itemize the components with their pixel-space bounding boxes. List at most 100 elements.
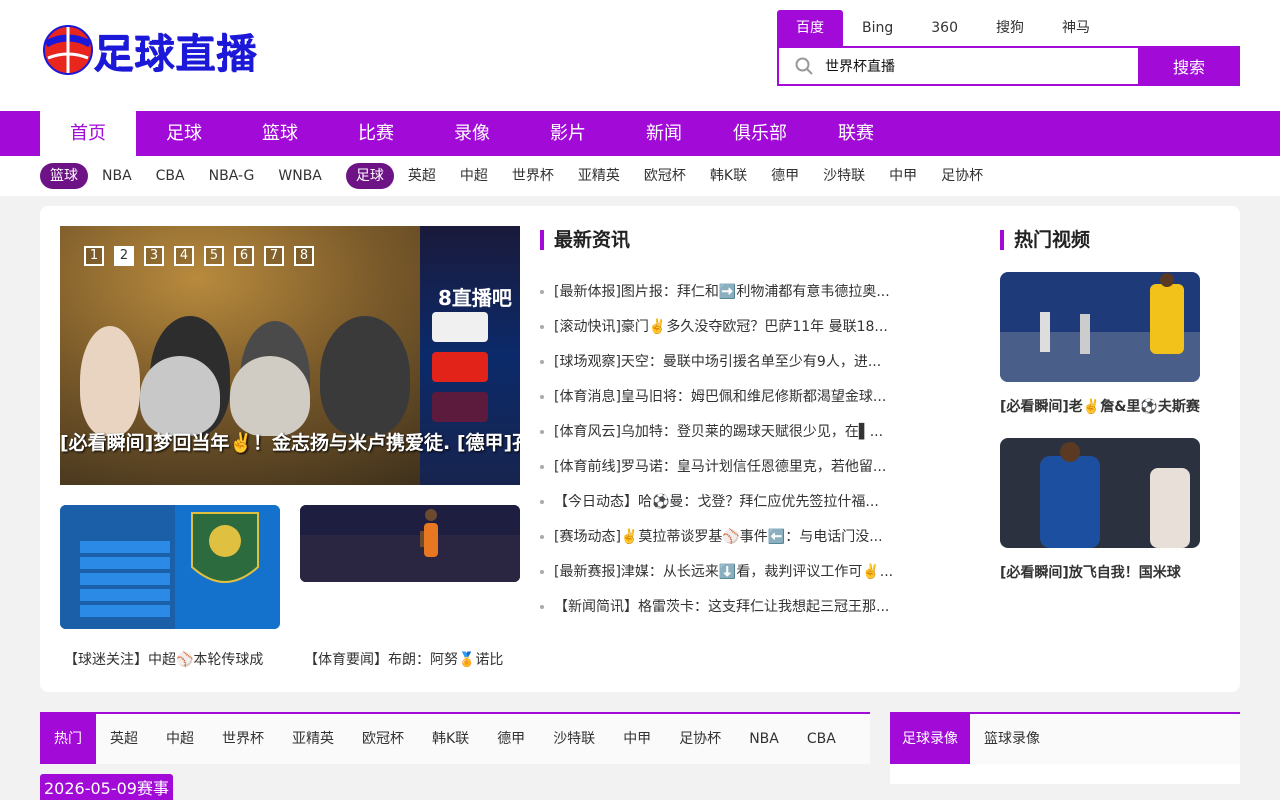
hot-videos-title: 热门视频 bbox=[1000, 229, 1090, 251]
engine-tab-360[interactable]: 360 bbox=[912, 10, 977, 46]
slider-dot[interactable]: 2 bbox=[114, 246, 134, 266]
schedule-tab[interactable]: 亚精英 bbox=[278, 714, 348, 764]
subnav-item-china-league-one[interactable]: 中甲 bbox=[889, 163, 917, 189]
schedule-tab[interactable]: 足协杯 bbox=[665, 714, 735, 764]
nav-item-home[interactable]: 首页 bbox=[40, 111, 136, 156]
slider-dot[interactable]: 7 bbox=[264, 246, 284, 266]
news-item[interactable]: [体育风云]乌加特：登贝莱的踢球天赋很少见，在▌... bbox=[540, 422, 920, 457]
video-caption[interactable]: [必看瞬间]放飞自我！国米球 bbox=[1000, 562, 1220, 582]
subnav-item-afc-elite[interactable]: 亚精英 bbox=[578, 163, 620, 189]
featured-slider[interactable]: 8直播吧 1 2 3 4 5 6 7 8 [必看瞬间]梦回当年✌️！金志扬与米卢… bbox=[60, 226, 520, 485]
subnav-item-cba[interactable]: CBA bbox=[156, 163, 185, 189]
schedule-tab[interactable]: 热门 bbox=[40, 714, 96, 764]
news-item[interactable]: [赛场动态]✌️莫拉蒂谈罗基⚾事件⬅️：与电话门没... bbox=[540, 527, 920, 562]
slider-dot[interactable]: 1 bbox=[84, 246, 104, 266]
search-box: 搜索 bbox=[777, 46, 1240, 86]
content-card: 8直播吧 1 2 3 4 5 6 7 8 [必看瞬间]梦回当年✌️！金志扬与米卢… bbox=[40, 206, 1240, 692]
slider-dot[interactable]: 6 bbox=[234, 246, 254, 266]
nav-item-clubs[interactable]: 俱乐部 bbox=[712, 111, 808, 156]
search-input[interactable] bbox=[825, 48, 1125, 84]
sponsor-logo bbox=[432, 392, 488, 422]
replay-panel bbox=[890, 764, 1240, 784]
subnav-item-fa-cup[interactable]: 足协杯 bbox=[941, 163, 983, 189]
subnav-item-nba[interactable]: NBA bbox=[102, 163, 132, 189]
subnav-item-bundesliga[interactable]: 德甲 bbox=[771, 163, 799, 189]
search-input-wrap bbox=[779, 48, 1140, 84]
site-logo[interactable]: 足球直播 bbox=[42, 20, 272, 80]
news-item[interactable]: [最新体报]图片报：拜仁和➡️利物浦都有意韦德拉奥... bbox=[540, 282, 920, 317]
latest-news-title: 最新资讯 bbox=[540, 229, 630, 251]
schedule-tab[interactable]: 沙特联 bbox=[539, 714, 609, 764]
slider-pagination: 1 2 3 4 5 6 7 8 bbox=[84, 246, 324, 266]
schedule-tab[interactable]: 中甲 bbox=[609, 714, 665, 764]
sponsor-logo bbox=[432, 352, 488, 382]
subnav-item-premier-league[interactable]: 英超 bbox=[408, 163, 436, 189]
nav-item-films[interactable]: 影片 bbox=[520, 111, 616, 156]
nav-item-matches[interactable]: 比赛 bbox=[328, 111, 424, 156]
nav-item-replays[interactable]: 录像 bbox=[424, 111, 520, 156]
slider-dot[interactable]: 5 bbox=[204, 246, 224, 266]
schedule-tab[interactable]: CBA bbox=[793, 714, 850, 764]
subnav-item-nba-g[interactable]: NBA-G bbox=[209, 163, 255, 189]
nav-item-football[interactable]: 足球 bbox=[136, 111, 232, 156]
news-item[interactable]: [球场观察]天空：曼联中场引援名单至少有9人，进... bbox=[540, 352, 920, 387]
main-nav: 首页 足球 篮球 比赛 录像 影片 新闻 俱乐部 联赛 bbox=[0, 111, 1280, 156]
video-caption[interactable]: [必看瞬间]老✌️詹&里⚽夫斯赛 bbox=[1000, 396, 1220, 416]
nav-item-basketball[interactable]: 篮球 bbox=[232, 111, 328, 156]
news-item[interactable]: [最新赛报]津媒：从长远来⬇️看，裁判评议工作可✌️... bbox=[540, 562, 920, 597]
slide-caption[interactable]: [必看瞬间]梦回当年✌️！金志扬与米卢携爱徒. [德甲]孔帕 bbox=[60, 428, 520, 455]
schedule-tab[interactable]: 世界杯 bbox=[208, 714, 278, 764]
slider-dot[interactable]: 4 bbox=[174, 246, 194, 266]
basketball-logo-icon bbox=[43, 25, 93, 75]
schedule-tab[interactable]: NBA bbox=[735, 714, 793, 764]
basketball-player-graphic bbox=[300, 505, 520, 582]
video-thumb[interactable] bbox=[1000, 272, 1200, 382]
subnav-item-ucl[interactable]: 欧冠杯 bbox=[644, 163, 686, 189]
nav-item-leagues[interactable]: 联赛 bbox=[808, 111, 904, 156]
thumb-image-nba[interactable] bbox=[300, 505, 520, 582]
video-image bbox=[1000, 438, 1200, 548]
news-item[interactable]: [体育前线]罗马诺：皇马计划信任恩德里克，若他留... bbox=[540, 457, 920, 492]
slider-dot[interactable]: 8 bbox=[294, 246, 314, 266]
sub-nav: 篮球 NBA CBA NBA-G WNBA 足球 英超 中超 世界杯 亚精英 欧… bbox=[0, 156, 1280, 196]
engine-tab-shenma[interactable]: 神马 bbox=[1043, 10, 1109, 46]
search-engine-tabs: 百度 Bing 360 搜狗 神马 bbox=[777, 10, 1109, 46]
news-item[interactable]: [体育消息]皇马旧将：姆巴佩和维尼修斯都渴望金球... bbox=[540, 387, 920, 422]
engine-tab-sogou[interactable]: 搜狗 bbox=[977, 10, 1043, 46]
engine-tab-baidu[interactable]: 百度 bbox=[777, 10, 843, 46]
video-thumb[interactable] bbox=[1000, 438, 1200, 548]
latest-news-list: [最新体报]图片报：拜仁和➡️利物浦都有意韦德拉奥... [滚动快讯]豪门✌️多… bbox=[540, 282, 920, 632]
subnav-item-k-league[interactable]: 韩K联 bbox=[710, 163, 747, 189]
engine-tab-bing[interactable]: Bing bbox=[843, 10, 912, 46]
slide-people-image bbox=[80, 316, 410, 436]
schedule-tab[interactable]: 中超 bbox=[152, 714, 208, 764]
standings-graphic bbox=[60, 505, 280, 629]
news-item[interactable]: 【今日动态】哈⚽曼：戈登？拜仁应优先签拉什福... bbox=[540, 492, 920, 527]
subnav-item-wnba[interactable]: WNBA bbox=[278, 163, 322, 189]
replay-tab-basketball[interactable]: 篮球录像 bbox=[970, 714, 1054, 764]
category-basketball-pill[interactable]: 篮球 bbox=[40, 163, 88, 189]
replay-tab-football[interactable]: 足球录像 bbox=[890, 714, 970, 764]
site-header: 足球直播 百度 Bing 360 搜狗 神马 搜索 bbox=[0, 0, 1280, 111]
thumb-caption[interactable]: 【球迷关注】中超⚾本轮传球成 bbox=[64, 649, 284, 669]
schedule-date-label: 2026-05-09赛事 bbox=[40, 774, 173, 800]
replay-tabs: 足球录像 篮球录像 bbox=[890, 712, 1240, 764]
category-football-pill[interactable]: 足球 bbox=[345, 163, 394, 189]
schedule-tabs: 热门 英超 中超 世界杯 亚精英 欧冠杯 韩K联 德甲 沙特联 中甲 足协杯 N… bbox=[40, 712, 870, 764]
schedule-tab[interactable]: 英超 bbox=[96, 714, 152, 764]
subnav-item-world-cup[interactable]: 世界杯 bbox=[512, 163, 554, 189]
news-item[interactable]: 【新闻简讯】格雷茨卡：这支拜仁让我想起三冠王那... bbox=[540, 597, 920, 632]
thumb-caption[interactable]: 【体育要闻】布朗：阿努🏅诺比 bbox=[304, 649, 524, 669]
slider-dot[interactable]: 3 bbox=[144, 246, 164, 266]
search-button[interactable]: 搜索 bbox=[1138, 46, 1240, 86]
slide-watermark: 8直播吧 bbox=[438, 286, 512, 310]
thumb-image-csl[interactable] bbox=[60, 505, 280, 629]
nav-item-news[interactable]: 新闻 bbox=[616, 111, 712, 156]
logo-text: 足球直播 bbox=[94, 32, 258, 78]
schedule-tab[interactable]: 欧冠杯 bbox=[348, 714, 418, 764]
subnav-item-csl[interactable]: 中超 bbox=[460, 163, 488, 189]
news-item[interactable]: [滚动快讯]豪门✌️多久没夺欧冠？巴萨11年 曼联18... bbox=[540, 317, 920, 352]
subnav-item-saudi-league[interactable]: 沙特联 bbox=[823, 163, 865, 189]
schedule-tab[interactable]: 韩K联 bbox=[418, 714, 483, 764]
schedule-tab[interactable]: 德甲 bbox=[483, 714, 539, 764]
